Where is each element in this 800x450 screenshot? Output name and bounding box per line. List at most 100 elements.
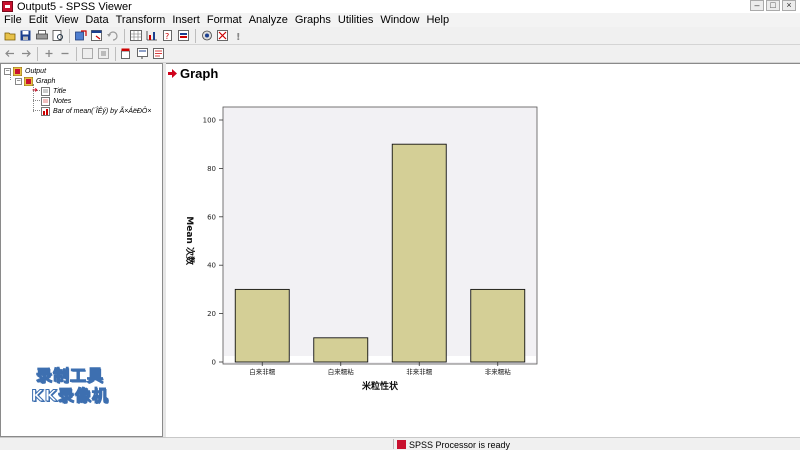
title-page-icon	[41, 86, 50, 96]
x-axis-title: 米粒性状	[361, 380, 399, 392]
status-bar: SPSS Processor is ready	[0, 437, 800, 450]
output-book-icon	[13, 66, 22, 76]
bar	[234, 288, 290, 363]
goto-data-icon[interactable]	[128, 29, 143, 43]
spss-app-icon	[2, 1, 13, 12]
outline-node-title[interactable]: Title	[41, 86, 66, 96]
svg-text:!: !	[236, 32, 241, 41]
menu-graphs[interactable]: Graphs	[293, 13, 336, 27]
processor-status: SPSS Processor is ready	[397, 439, 510, 450]
y-tick-label: 0	[212, 359, 216, 367]
x-tick-label: 非来非糯	[406, 367, 433, 376]
show-icon[interactable]	[80, 47, 95, 61]
insert-heading-icon[interactable]	[119, 47, 134, 61]
y-tick-label: 80	[207, 165, 216, 173]
outline-node-graph[interactable]: − Graph	[15, 76, 55, 86]
section-header: Graph	[168, 66, 218, 81]
outline-label-graph: Graph	[36, 77, 56, 85]
notes-page-icon	[41, 96, 50, 106]
current-item-arrow-icon: ➜	[32, 87, 38, 94]
outline-node-output[interactable]: − Output	[4, 66, 46, 76]
open-icon[interactable]	[2, 29, 17, 43]
bar-chart[interactable]: 0 20 40 60 80 100 白来非糯 白来糯粘 非来非糯 非来糯粘米粒性状 Mean 次数	[173, 102, 573, 402]
expand-icon[interactable]	[41, 47, 56, 61]
outline-node-notes[interactable]: Notes	[41, 96, 71, 106]
outline-label-output: Output	[25, 67, 47, 75]
menu-utilities[interactable]: Utilities	[336, 13, 378, 27]
toolbar-separator	[195, 28, 196, 43]
y-tick-label: 20	[207, 310, 216, 318]
outline-node-bar-chart[interactable]: Bar of mean(´ÎÊý) by Ã×ÁëÐÔ×	[41, 106, 151, 116]
menu-window[interactable]: Window	[378, 13, 424, 27]
outline-toolbar	[0, 45, 800, 63]
close-button[interactable]: ×	[782, 0, 796, 11]
collapse-icon[interactable]	[57, 47, 72, 61]
content-pane[interactable]: Graph 0 20 40 60 80 100 白来非糯 白来糯粘 非来非糯 非来糯粘米粒性状 Me…	[166, 63, 800, 437]
outline-label-bar-chart: Bar of mean(´ÎÊý) by Ã×ÁëÐÔ×	[53, 107, 152, 115]
x-tick-label: 非来糯粘	[485, 367, 512, 376]
menu-help[interactable]: Help	[424, 13, 454, 27]
bar	[391, 143, 447, 363]
variables-icon[interactable]: ?	[160, 29, 175, 43]
window-controls: – □ ×	[750, 0, 796, 11]
menu-view[interactable]: View	[53, 13, 84, 27]
toolbar-separator	[124, 28, 125, 43]
promote-icon[interactable]	[2, 47, 17, 61]
print-icon[interactable]	[34, 29, 49, 43]
y-axis-title: Mean 次数	[184, 216, 196, 266]
y-tick-label: 60	[207, 213, 216, 221]
menu-file[interactable]: File	[2, 13, 27, 27]
dialog-recall-icon[interactable]	[89, 29, 104, 43]
section-title: Graph	[180, 66, 219, 81]
outline-label-notes: Notes	[53, 97, 72, 105]
menu-data[interactable]: Data	[83, 13, 113, 27]
y-tick-label: 40	[207, 262, 216, 270]
menu-format[interactable]: Format	[205, 13, 247, 27]
main-toolbar: ? !	[0, 27, 800, 45]
goto-case-icon[interactable]	[144, 29, 159, 43]
help-icon[interactable]: !	[231, 29, 246, 43]
demote-icon[interactable]	[18, 47, 33, 61]
menu-edit[interactable]: Edit	[27, 13, 53, 27]
print-preview-icon[interactable]	[50, 29, 65, 43]
spss-status-icon	[397, 440, 406, 449]
watermark-line-2: KK录像机	[31, 386, 109, 406]
minimize-button[interactable]: –	[750, 0, 764, 11]
toolbar-separator	[115, 46, 116, 61]
menu-transform[interactable]: Transform	[114, 13, 171, 27]
toolbar-separator	[76, 46, 77, 61]
menu-insert[interactable]: Insert	[170, 13, 205, 27]
graph-book-icon	[24, 76, 33, 86]
svg-text:?: ?	[165, 32, 169, 41]
y-tick-label: 100	[203, 117, 216, 125]
title-bar: Output5 - SPSS Viewer – □ ×	[0, 0, 800, 13]
collapse-toggle[interactable]: −	[4, 67, 11, 75]
hide-icon[interactable]	[96, 47, 111, 61]
undo-icon[interactable]	[105, 29, 120, 43]
maximize-button[interactable]: □	[766, 0, 780, 11]
save-icon[interactable]	[18, 29, 33, 43]
insert-title-icon[interactable]	[135, 47, 150, 61]
collapse-toggle[interactable]: −	[15, 77, 22, 85]
insert-text-icon[interactable]	[151, 47, 166, 61]
bar-chart-icon	[41, 106, 50, 116]
export-icon[interactable]	[73, 29, 88, 43]
red-arrow-icon	[168, 69, 177, 78]
toolbar-separator	[69, 28, 70, 43]
toolbar-separator	[37, 46, 38, 61]
outline-label-title: Title	[53, 87, 67, 95]
menu-analyze[interactable]: Analyze	[247, 13, 293, 27]
window-title: Output5 - SPSS Viewer	[17, 0, 132, 13]
status-divider	[393, 439, 394, 449]
designate-window-icon[interactable]	[215, 29, 230, 43]
x-tick-label: 白来非糯	[249, 367, 276, 376]
use-sets-icon[interactable]	[176, 29, 191, 43]
status-text: SPSS Processor is ready	[409, 439, 511, 450]
bar	[313, 337, 369, 363]
menu-bar: File Edit View Data Transform Insert For…	[0, 13, 800, 27]
select-last-output-icon[interactable]	[199, 29, 214, 43]
x-tick-label: 白来糯粘	[328, 367, 355, 376]
bar	[470, 288, 526, 363]
recorder-watermark: 录制工具 KK录像机	[20, 366, 120, 406]
watermark-line-1: 录制工具	[35, 366, 104, 386]
